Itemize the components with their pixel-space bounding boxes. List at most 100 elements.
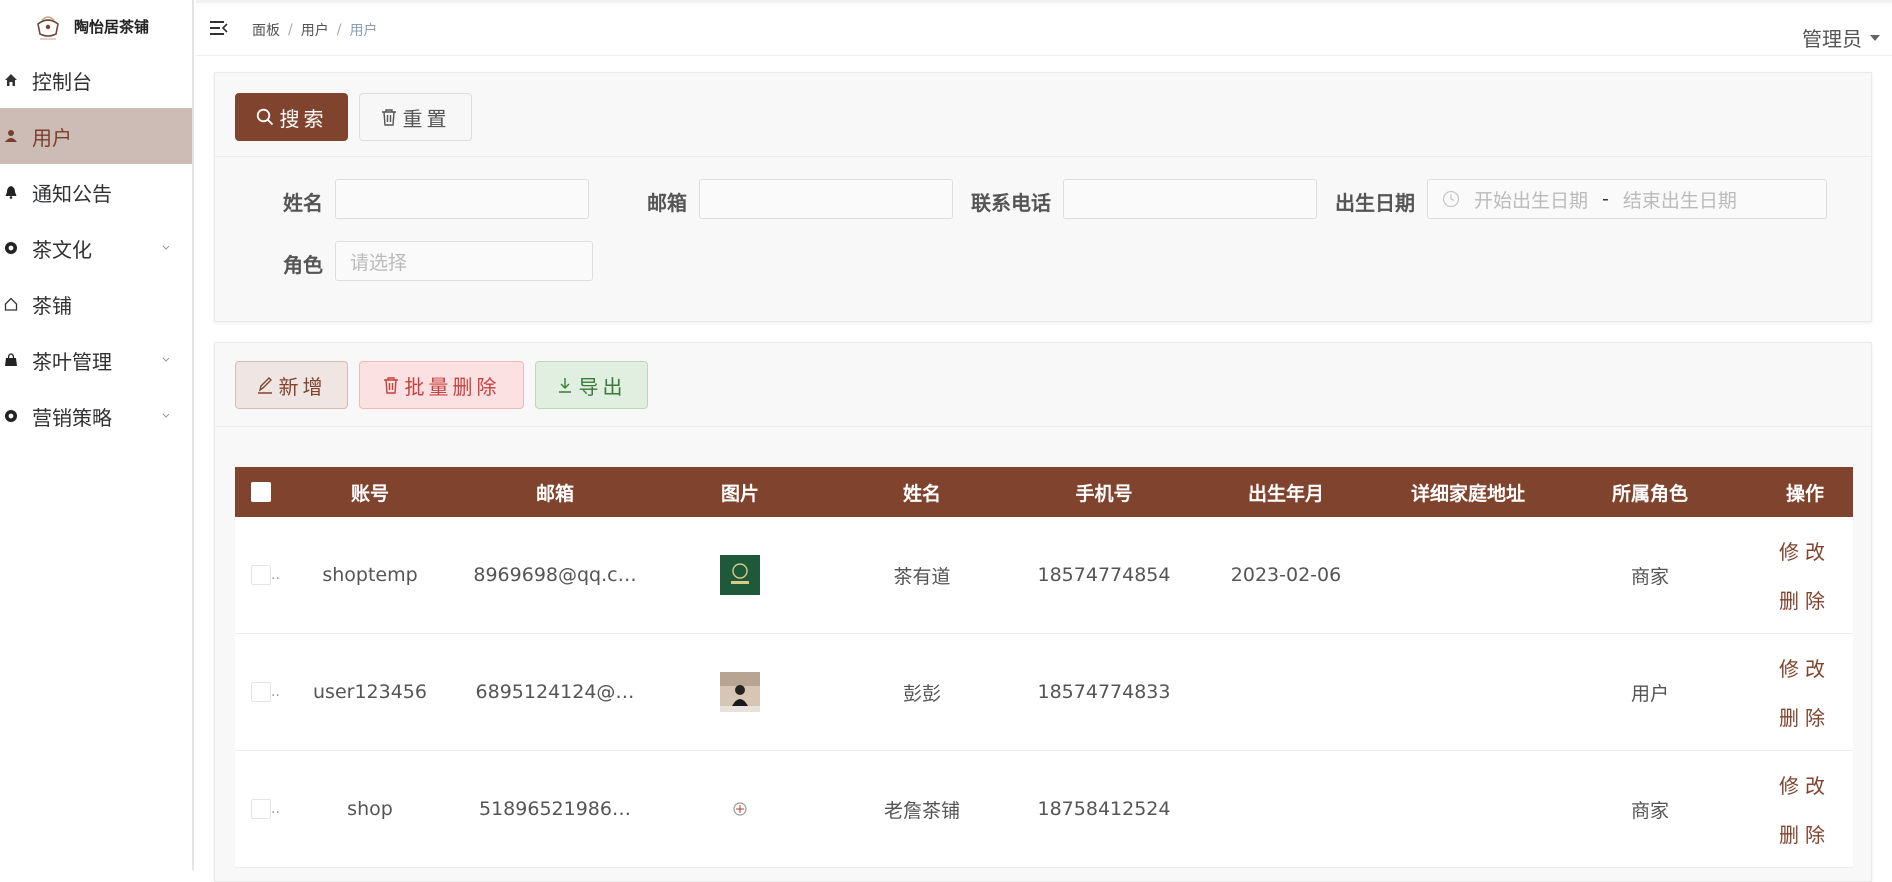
row-checkbox[interactable] [251,565,271,585]
name-input[interactable] [335,179,589,219]
user-name: 管理员 [1802,27,1862,51]
phone-cell: 18574774833 [1037,681,1171,703]
row-checkbox[interactable] [251,799,271,819]
breadcrumb: 面板 / 用户 / 用户 [252,20,377,40]
delete-link[interactable]: 删除 [1779,702,1831,731]
sidebar-item-tea-management[interactable]: 茶叶管理 [0,332,192,388]
search-icon [256,108,273,126]
sidebar-item-label: 控制台 [32,69,92,94]
logo-icon [37,16,59,40]
circle-icon [5,410,17,422]
birth-date-range-picker[interactable]: 开始出生日期 - 结束出生日期 [1427,179,1827,219]
circle-icon [5,242,17,254]
sidebar-item-tea-shop[interactable]: 茶铺 [0,276,192,332]
select-all-checkbox-cell [235,482,295,502]
phone-label: 联系电话 [971,191,1051,215]
sidebar-item-label: 通知公告 [32,181,112,206]
row-checkbox[interactable] [251,682,271,702]
role-cell: 用户 [1630,682,1669,705]
reset-button[interactable]: 重置 [359,93,472,141]
role-select[interactable]: 请选择 [335,241,593,281]
table-row: .. shop 51896521986… 老詹茶铺 18758412524 商家… [235,751,1853,868]
column-header: 图片 [720,482,759,505]
edit-link[interactable]: 修改 [1779,770,1831,799]
bell-icon [5,186,17,199]
sidebar-item-notices[interactable]: 通知公告 [0,164,192,220]
role-select-placeholder: 请选择 [350,251,408,274]
email-cell: 51896521986… [479,798,631,820]
app-name: 陶怡居茶铺 [74,17,150,36]
user-avatar-image[interactable] [720,672,760,712]
actions-cell: 修改 删除 [1757,536,1853,614]
delete-link[interactable]: 删除 [1779,819,1831,848]
phone-input[interactable] [1063,179,1317,219]
email-cell: 8969698@qq.c… [473,564,637,586]
email-cell: 6895124124@… [475,681,635,703]
table-row: .. shoptemp 8969698@qq.c… 茶有道 1857477485… [235,517,1853,634]
trash-icon [383,377,398,394]
user-dropdown[interactable]: 管理员 [1802,23,1880,52]
name-cell: 老詹茶铺 [883,799,960,822]
chevron-down-icon [162,357,170,362]
birth-start-input[interactable]: 开始出生日期 [1474,186,1588,213]
breadcrumb-item[interactable]: 面板 [252,20,280,40]
export-button[interactable]: 导出 [535,361,648,409]
email-label: 邮箱 [647,191,687,215]
delete-link[interactable]: 删除 [1779,585,1831,614]
account-cell: shop [347,798,393,820]
column-header: 邮箱 [535,482,574,505]
breadcrumb-item[interactable]: 用户 [301,20,329,40]
sidebar-item-label: 茶叶管理 [32,349,112,374]
column-header: 操作 [1785,482,1824,505]
search-button[interactable]: 搜索 [235,93,348,141]
user-avatar-image[interactable] [720,789,760,829]
edit-link[interactable]: 修改 [1779,536,1831,565]
birth-end-input[interactable]: 结束出生日期 [1623,186,1737,213]
name-cell: 彭彭 [902,682,941,705]
sidebar-item-tea-culture[interactable]: 茶文化 [0,220,192,276]
birth-date-label: 出生日期 [1335,191,1415,215]
search-panel: 搜索 重置 姓名 邮箱 联系电话 出生日期 开始出生日期 - 结束出生日期 角色… [214,72,1872,322]
add-button[interactable]: 新增 [235,361,348,409]
top-header: 面板 / 用户 / 用户 管理员 [196,0,1892,56]
column-header: 姓名 [902,482,941,505]
menu-fold-icon[interactable] [210,20,228,36]
logo[interactable]: 陶怡居茶铺 [0,0,192,52]
search-toolbar: 搜索 重置 [215,73,1871,157]
breadcrumb-separator: / [288,22,293,38]
account-cell: user123456 [313,681,427,703]
user-avatar-image[interactable] [720,555,760,595]
table-row: .. user123456 6895124124@… 彭彭 1857477483… [235,634,1853,751]
name-label: 姓名 [283,191,323,215]
sidebar-item-dashboard[interactable]: 控制台 [0,52,192,108]
edit-link[interactable]: 修改 [1779,653,1831,682]
row-checkbox-cell: .. [235,565,295,585]
sidebar-item-label: 用户 [32,125,72,150]
birth-cell: 2023-02-06 [1230,564,1342,586]
sidebar: 陶怡居茶铺 控制台 用户 通知公告 茶文化 茶铺 茶叶管理 营销策略 [0,0,194,870]
chevron-down-icon [162,413,170,418]
sidebar-item-users[interactable]: 用户 [0,108,192,164]
role-cell: 商家 [1630,565,1669,588]
user-icon [5,130,17,142]
actions-cell: 修改 删除 [1757,770,1853,848]
trash-icon [381,109,396,126]
range-separator: - [1602,188,1609,210]
account-cell: shoptemp [322,564,418,586]
breadcrumb-separator: / [336,22,342,38]
user-table: 账号 邮箱 图片 姓名 手机号 出生年月 详细家庭地址 所属角色 操作 .. s… [235,467,1853,868]
column-header: 详细家庭地址 [1410,482,1525,505]
caret-down-icon [1870,34,1880,41]
select-all-checkbox[interactable] [251,482,271,502]
column-header: 所属角色 [1611,482,1688,505]
table-toolbar: 新增 批量删除 导出 [215,343,1871,427]
clock-icon [1442,190,1460,208]
email-input[interactable] [699,179,953,219]
sidebar-item-marketing[interactable]: 营销策略 [0,388,192,444]
user-table-panel: 新增 批量删除 导出 账号 邮箱 图片 姓名 手机号 出生年月 详细家庭地址 所… [214,342,1872,882]
table-header: 账号 邮箱 图片 姓名 手机号 出生年月 详细家庭地址 所属角色 操作 [235,467,1853,517]
house-icon [4,297,18,311]
avatar-cell [665,672,815,712]
batch-delete-button[interactable]: 批量删除 [359,361,524,409]
name-cell: 茶有道 [893,565,951,588]
